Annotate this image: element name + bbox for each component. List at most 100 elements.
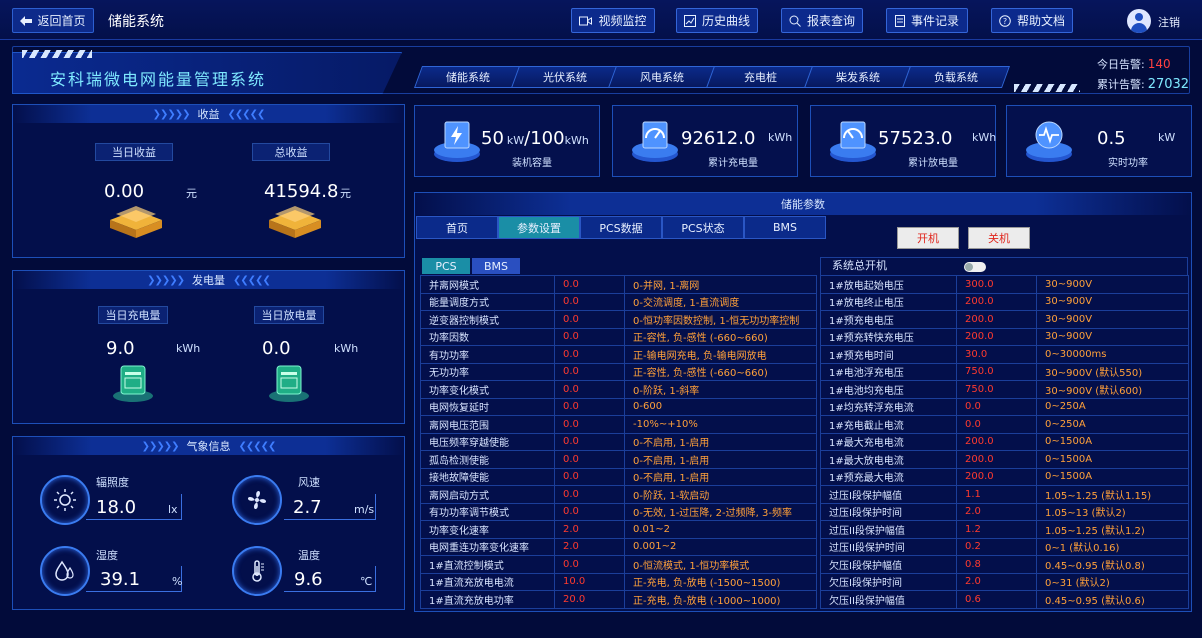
bms-param-row: 1#放电起始电压 300.0 30~900V: [820, 275, 1189, 294]
param-range: 0-不启用, 1-启用: [624, 450, 817, 469]
tab-diesel-system[interactable]: 柴发系统: [803, 66, 913, 88]
param-range: 0.45~0.95 (默认0.6): [1036, 590, 1189, 609]
help-docs-button[interactable]: ? 帮助文档: [991, 8, 1073, 33]
param-range: 1.05~13 (默认2): [1036, 502, 1189, 521]
tab-param-settings[interactable]: 参数设置: [498, 216, 580, 239]
bms-param-table: 1#放电起始电压 300.0 30~900V 1#放电终止电压 200.0 30~900V…: [820, 275, 1189, 609]
user-avatar-icon[interactable]: [1127, 9, 1151, 33]
report-query-label: 报表查询: [806, 14, 855, 28]
param-range: 0-交流调度, 1-直流调度: [624, 292, 817, 311]
param-value[interactable]: 0.0: [554, 275, 625, 294]
param-value[interactable]: 2.0: [554, 537, 625, 556]
param-name: 接地故障使能: [420, 467, 555, 486]
param-value[interactable]: 0.0: [554, 397, 625, 416]
param-name: 1#预充电电压: [820, 310, 957, 329]
param-value[interactable]: 0.0: [554, 450, 625, 469]
param-value[interactable]: 0.0: [554, 380, 625, 399]
param-value[interactable]: 0.8: [956, 555, 1037, 574]
param-value[interactable]: 1.2: [956, 520, 1037, 539]
param-value[interactable]: 300.0: [956, 275, 1037, 294]
income-title: 收益: [197, 108, 220, 121]
subtab-bms[interactable]: BMS: [472, 258, 520, 274]
param-value[interactable]: 200.0: [956, 432, 1037, 451]
param-value[interactable]: 0.0: [956, 415, 1037, 434]
humidity-value: 39.1: [100, 569, 141, 590]
param-range: 0~1500A: [1036, 432, 1189, 451]
param-value[interactable]: 0.0: [554, 432, 625, 451]
tab-wind-system[interactable]: 风电系统: [607, 66, 717, 88]
today-income-label: 当日收益: [95, 143, 173, 161]
tab-storage-system[interactable]: 储能系统: [413, 66, 523, 88]
param-value[interactable]: 30.0: [956, 345, 1037, 364]
tab-bms[interactable]: BMS: [744, 216, 826, 239]
param-value[interactable]: 200.0: [956, 292, 1037, 311]
tab-pv-system[interactable]: 光伏系统: [510, 66, 620, 88]
report-query-button[interactable]: 报表查询: [781, 8, 863, 33]
param-value[interactable]: 0.6: [956, 590, 1037, 609]
param-value[interactable]: 0.0: [554, 292, 625, 311]
param-value[interactable]: 200.0: [956, 310, 1037, 329]
param-value[interactable]: 0.0: [554, 310, 625, 329]
param-value[interactable]: 200.0: [956, 450, 1037, 469]
param-value[interactable]: 0.0: [554, 327, 625, 346]
irradiance-value: 18.0: [96, 497, 137, 518]
param-value[interactable]: 0.0: [554, 467, 625, 486]
tab-charging-pile[interactable]: 充电桩: [705, 66, 815, 88]
tab-home[interactable]: 首页: [416, 216, 498, 239]
tab-pcs-data[interactable]: PCS数据: [580, 216, 662, 239]
param-range: 0-并网, 1-离网: [624, 275, 817, 294]
param-value[interactable]: 750.0: [956, 362, 1037, 381]
param-value[interactable]: 0.0: [554, 362, 625, 381]
pcs-param-row: 孤岛检测使能 0.0 0-不启用, 1-启用: [420, 450, 817, 469]
param-range: 0~31 (默认2): [1036, 572, 1189, 591]
pcs-param-row: 并离网模式 0.0 0-并网, 1-离网: [420, 275, 817, 294]
bms-param-row: 1#电池浮充电压 750.0 30~900V (默认550): [820, 362, 1189, 381]
bms-param-row: 欠压I段保护时间 2.0 0~31 (默认2): [820, 572, 1189, 591]
param-name: 功率因数: [420, 327, 555, 346]
param-value[interactable]: 10.0: [554, 572, 625, 591]
power-on-button[interactable]: 开机: [897, 227, 959, 249]
param-value[interactable]: 0.0: [956, 397, 1037, 416]
history-curve-button[interactable]: 历史曲线: [676, 8, 758, 33]
video-monitor-button[interactable]: 视频监控: [571, 8, 655, 33]
logout-link[interactable]: 注销: [1158, 14, 1180, 30]
param-value[interactable]: 0.2: [956, 537, 1037, 556]
param-value[interactable]: 2.0: [554, 520, 625, 539]
event-log-button[interactable]: 事件记录: [886, 8, 968, 33]
pcs-param-row: 1#直流充放电电流 10.0 正-充电, 负-放电 (-1500~1500): [420, 572, 817, 591]
subtab-pcs[interactable]: PCS: [422, 258, 470, 274]
param-value[interactable]: 200.0: [956, 467, 1037, 486]
alarm-total-label: 累计告警:: [1097, 78, 1145, 91]
pcs-param-row: 功率变化模式 0.0 0-阶跃, 1-斜率: [420, 380, 817, 399]
today-income-value: 0.00: [104, 181, 145, 202]
param-value[interactable]: 2.0: [956, 572, 1037, 591]
param-name: 功率变化模式: [420, 380, 555, 399]
param-value[interactable]: 200.0: [956, 327, 1037, 346]
param-value[interactable]: 0.0: [554, 415, 625, 434]
event-log-label: 事件记录: [910, 14, 959, 28]
param-name: 有功功率调节模式: [420, 502, 555, 521]
back-home-button[interactable]: 返回首页: [12, 8, 94, 33]
capacity-energy-unit: kWh: [564, 134, 589, 147]
power-off-button[interactable]: 关机: [968, 227, 1030, 249]
param-value[interactable]: 0.0: [554, 502, 625, 521]
param-name: 1#放电终止电压: [820, 292, 957, 311]
gauge-icon: [632, 121, 678, 162]
tab-load-system[interactable]: 负载系统: [901, 66, 1011, 88]
param-value[interactable]: 20.0: [554, 590, 625, 609]
param-value[interactable]: 1.1: [956, 485, 1037, 504]
bms-param-row: 1#放电终止电压 200.0 30~900V: [820, 292, 1189, 311]
today-discharge-value: 0.0: [262, 338, 291, 359]
param-value[interactable]: 750.0: [956, 380, 1037, 399]
video-monitor-label: 视频监控: [598, 14, 647, 28]
param-value[interactable]: 2.0: [956, 502, 1037, 521]
bms-param-row: 1#电池均充电压 750.0 30~900V (默认600): [820, 380, 1189, 399]
param-value[interactable]: 0.0: [554, 345, 625, 364]
param-value[interactable]: 0.0: [554, 485, 625, 504]
back-home-label: 返回首页: [37, 14, 86, 28]
total-income-unit: 元: [340, 187, 351, 200]
param-value[interactable]: 0.0: [554, 555, 625, 574]
tab-pcs-status[interactable]: PCS状态: [662, 216, 744, 239]
tab-label: 风电系统: [640, 71, 684, 84]
decor-stripes-right: [1014, 84, 1080, 92]
